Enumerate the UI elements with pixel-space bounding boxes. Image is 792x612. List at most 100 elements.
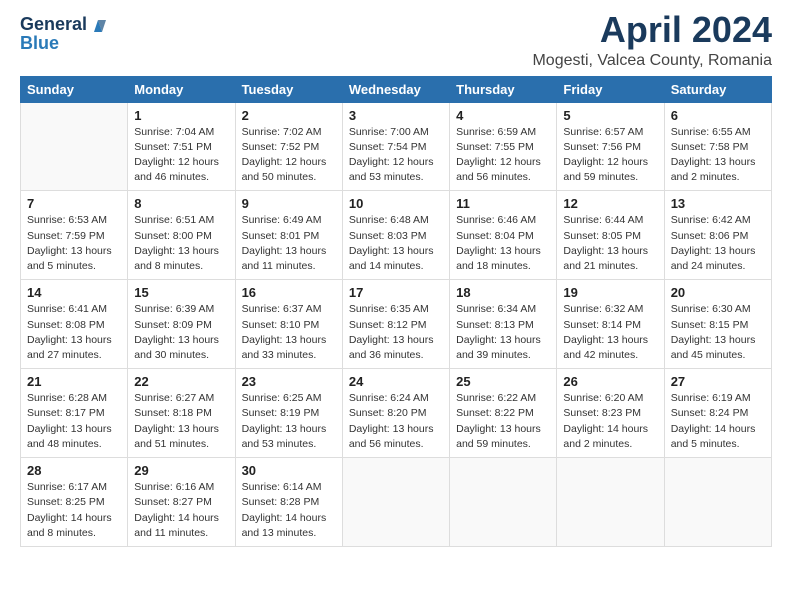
- page: General Blue April 2024 Mogesti, Valcea …: [0, 0, 792, 612]
- day-detail: Sunrise: 6:37 AMSunset: 8:10 PMDaylight:…: [242, 302, 336, 363]
- day-number: 25: [456, 374, 550, 389]
- day-number: 20: [671, 285, 765, 300]
- day-detail: Sunrise: 6:59 AMSunset: 7:55 PMDaylight:…: [456, 125, 550, 186]
- table-row: 28 Sunrise: 6:17 AMSunset: 8:25 PMDayligh…: [21, 458, 128, 547]
- col-sunday: Sunday: [21, 76, 128, 102]
- table-row: [664, 458, 771, 547]
- day-number: 9: [242, 196, 336, 211]
- logo-blue-text: Blue: [20, 33, 59, 53]
- table-row: 30Sunrise: 6:14 AMSunset: 8:28 PMDayligh…: [235, 458, 342, 547]
- day-detail: Sunrise: 6:46 AMSunset: 8:04 PMDaylight:…: [456, 213, 550, 274]
- day-number: 27: [671, 374, 765, 389]
- day-number: 30: [242, 463, 336, 478]
- day-detail: Sunrise: 6:24 AMSunset: 8:20 PMDaylight:…: [349, 391, 443, 452]
- table-row: 9 Sunrise: 6:49 AMSunset: 8:01 PMDaylight…: [235, 191, 342, 280]
- table-row: 24 Sunrise: 6:24 AMSunset: 8:20 PMDayligh…: [342, 369, 449, 458]
- day-detail: Sunrise: 6:49 AMSunset: 8:01 PMDaylight:…: [242, 213, 336, 274]
- table-row: 4 Sunrise: 6:59 AMSunset: 7:55 PMDaylight…: [450, 102, 557, 191]
- day-detail: Sunrise: 6:48 AMSunset: 8:03 PMDaylight:…: [349, 213, 443, 274]
- day-number: 11: [456, 196, 550, 211]
- day-detail: Sunrise: 6:19 AMSunset: 8:24 PMDaylight:…: [671, 391, 765, 452]
- day-detail: Sunrise: 6:22 AMSunset: 8:22 PMDaylight:…: [456, 391, 550, 452]
- logo-general-text: General: [20, 15, 87, 33]
- table-row: 14 Sunrise: 6:41 AMSunset: 8:08 PMDayligh…: [21, 280, 128, 369]
- table-row: 10Sunrise: 6:48 AMSunset: 8:03 PMDayligh…: [342, 191, 449, 280]
- day-number: 1: [134, 108, 228, 123]
- table-row: 21 Sunrise: 6:28 AMSunset: 8:17 PMDayligh…: [21, 369, 128, 458]
- logo-triangle-icon: [89, 16, 107, 34]
- calendar-week-row: 1 Sunrise: 7:04 AMSunset: 7:51 PMDaylight…: [21, 102, 772, 191]
- table-row: 7 Sunrise: 6:53 AMSunset: 7:59 PMDaylight…: [21, 191, 128, 280]
- col-thursday: Thursday: [450, 76, 557, 102]
- table-row: 23 Sunrise: 6:25 AMSunset: 8:19 PMDayligh…: [235, 369, 342, 458]
- calendar-header-row: Sunday Monday Tuesday Wednesday Thursday…: [21, 76, 772, 102]
- table-row: 2 Sunrise: 7:02 AMSunset: 7:52 PMDaylight…: [235, 102, 342, 191]
- table-row: 20 Sunrise: 6:30 AMSunset: 8:15 PMDayligh…: [664, 280, 771, 369]
- calendar-week-row: 7 Sunrise: 6:53 AMSunset: 7:59 PMDaylight…: [21, 191, 772, 280]
- table-row: 12 Sunrise: 6:44 AMSunset: 8:05 PMDayligh…: [557, 191, 664, 280]
- day-detail: Sunrise: 6:28 AMSunset: 8:17 PMDaylight:…: [27, 391, 121, 452]
- day-detail: Sunrise: 6:39 AMSunset: 8:09 PMDaylight:…: [134, 302, 228, 363]
- calendar-subtitle: Mogesti, Valcea County, Romania: [532, 52, 772, 70]
- calendar-table: Sunday Monday Tuesday Wednesday Thursday…: [20, 76, 772, 547]
- table-row: 13Sunrise: 6:42 AMSunset: 8:06 PMDayligh…: [664, 191, 771, 280]
- table-row: 8Sunrise: 6:51 AMSunset: 8:00 PMDaylight…: [128, 191, 235, 280]
- day-number: 23: [242, 374, 336, 389]
- table-row: 17 Sunrise: 6:35 AMSunset: 8:12 PMDayligh…: [342, 280, 449, 369]
- table-row: 11 Sunrise: 6:46 AMSunset: 8:04 PMDayligh…: [450, 191, 557, 280]
- table-row: 22Sunrise: 6:27 AMSunset: 8:18 PMDayligh…: [128, 369, 235, 458]
- day-number: 28: [27, 463, 121, 478]
- table-row: 15Sunrise: 6:39 AMSunset: 8:09 PMDayligh…: [128, 280, 235, 369]
- day-detail: Sunrise: 6:53 AMSunset: 7:59 PMDaylight:…: [27, 213, 121, 274]
- day-detail: Sunrise: 7:04 AMSunset: 7:51 PMDaylight:…: [134, 125, 228, 186]
- logo: General Blue: [20, 14, 107, 54]
- day-number: 4: [456, 108, 550, 123]
- day-detail: Sunrise: 6:35 AMSunset: 8:12 PMDaylight:…: [349, 302, 443, 363]
- table-row: 1 Sunrise: 7:04 AMSunset: 7:51 PMDaylight…: [128, 102, 235, 191]
- table-row: [450, 458, 557, 547]
- day-number: 6: [671, 108, 765, 123]
- header: General Blue April 2024 Mogesti, Valcea …: [20, 10, 772, 70]
- day-detail: Sunrise: 6:16 AMSunset: 8:27 PMDaylight:…: [134, 480, 228, 541]
- calendar-week-row: 14 Sunrise: 6:41 AMSunset: 8:08 PMDayligh…: [21, 280, 772, 369]
- day-detail: Sunrise: 6:32 AMSunset: 8:14 PMDaylight:…: [563, 302, 657, 363]
- table-row: 16 Sunrise: 6:37 AMSunset: 8:10 PMDayligh…: [235, 280, 342, 369]
- day-detail: Sunrise: 6:41 AMSunset: 8:08 PMDaylight:…: [27, 302, 121, 363]
- day-number: 16: [242, 285, 336, 300]
- day-number: 17: [349, 285, 443, 300]
- day-detail: Sunrise: 6:25 AMSunset: 8:19 PMDaylight:…: [242, 391, 336, 452]
- day-detail: Sunrise: 6:57 AMSunset: 7:56 PMDaylight:…: [563, 125, 657, 186]
- col-friday: Friday: [557, 76, 664, 102]
- table-row: 19 Sunrise: 6:32 AMSunset: 8:14 PMDayligh…: [557, 280, 664, 369]
- day-number: 2: [242, 108, 336, 123]
- table-row: 27 Sunrise: 6:19 AMSunset: 8:24 PMDayligh…: [664, 369, 771, 458]
- day-number: 21: [27, 374, 121, 389]
- day-number: 5: [563, 108, 657, 123]
- day-detail: Sunrise: 7:00 AMSunset: 7:54 PMDaylight:…: [349, 125, 443, 186]
- day-number: 14: [27, 285, 121, 300]
- day-number: 7: [27, 196, 121, 211]
- day-number: 19: [563, 285, 657, 300]
- day-number: 22: [134, 374, 228, 389]
- day-number: 26: [563, 374, 657, 389]
- table-row: 3Sunrise: 7:00 AMSunset: 7:54 PMDaylight…: [342, 102, 449, 191]
- day-number: 12: [563, 196, 657, 211]
- day-detail: Sunrise: 6:34 AMSunset: 8:13 PMDaylight:…: [456, 302, 550, 363]
- calendar-title: April 2024: [532, 10, 772, 50]
- day-detail: Sunrise: 6:30 AMSunset: 8:15 PMDaylight:…: [671, 302, 765, 363]
- day-detail: Sunrise: 6:20 AMSunset: 8:23 PMDaylight:…: [563, 391, 657, 452]
- col-tuesday: Tuesday: [235, 76, 342, 102]
- day-number: 24: [349, 374, 443, 389]
- table-row: [557, 458, 664, 547]
- day-detail: Sunrise: 6:44 AMSunset: 8:05 PMDaylight:…: [563, 213, 657, 274]
- day-number: 29: [134, 463, 228, 478]
- table-row: 29 Sunrise: 6:16 AMSunset: 8:27 PMDayligh…: [128, 458, 235, 547]
- calendar-week-row: 21 Sunrise: 6:28 AMSunset: 8:17 PMDayligh…: [21, 369, 772, 458]
- table-row: 18Sunrise: 6:34 AMSunset: 8:13 PMDayligh…: [450, 280, 557, 369]
- day-detail: Sunrise: 6:17 AMSunset: 8:25 PMDaylight:…: [27, 480, 121, 541]
- table-row: [342, 458, 449, 547]
- col-saturday: Saturday: [664, 76, 771, 102]
- table-row: 5 Sunrise: 6:57 AMSunset: 7:56 PMDaylight…: [557, 102, 664, 191]
- day-detail: Sunrise: 7:02 AMSunset: 7:52 PMDaylight:…: [242, 125, 336, 186]
- day-detail: Sunrise: 6:42 AMSunset: 8:06 PMDaylight:…: [671, 213, 765, 274]
